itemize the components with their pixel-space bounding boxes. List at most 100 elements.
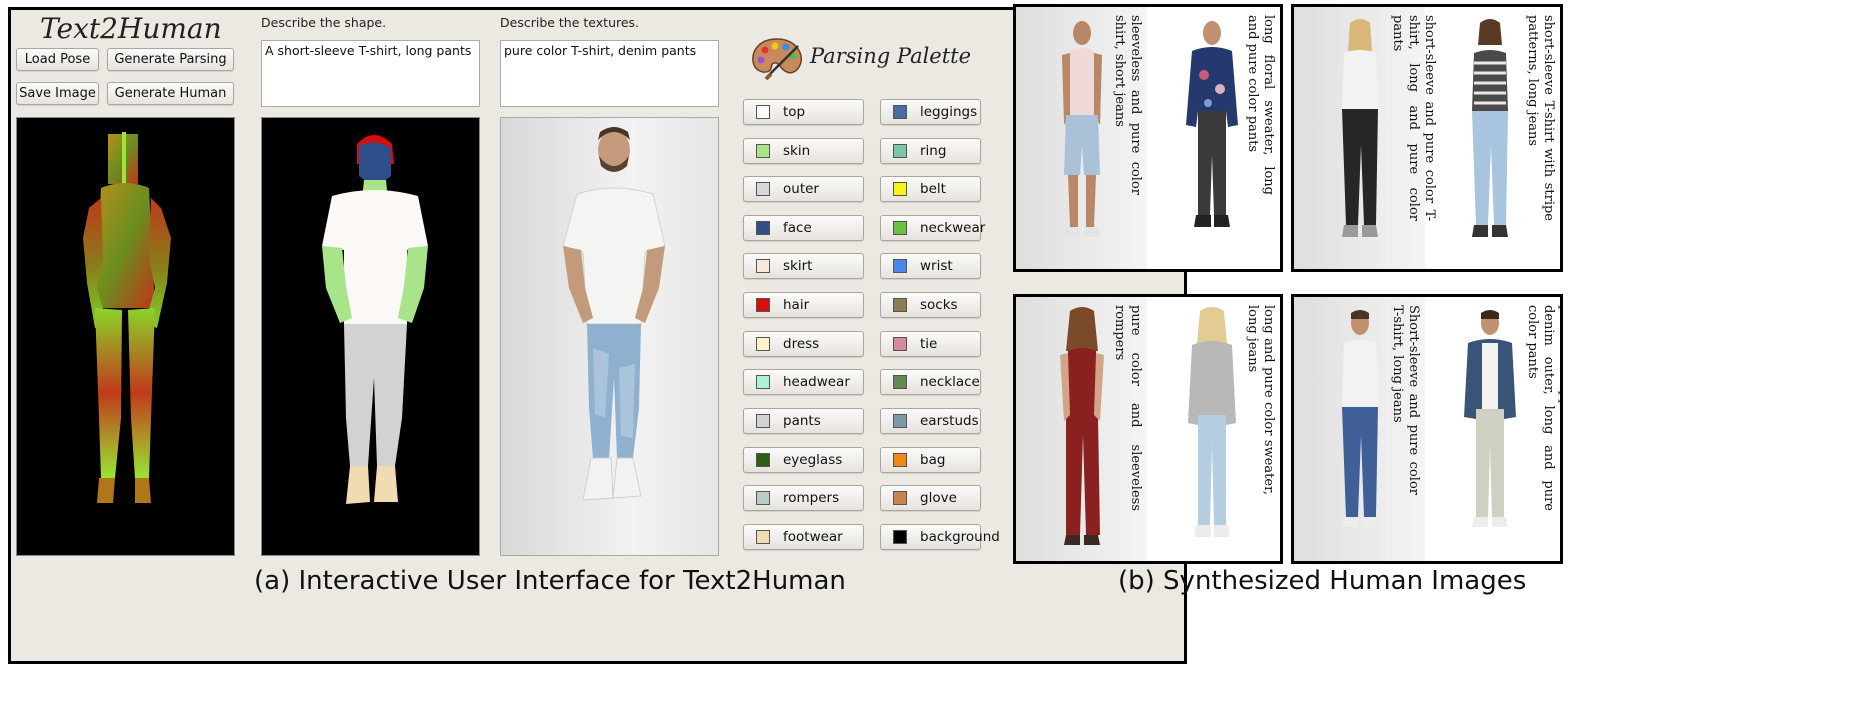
palette-background-button[interactable]: background [880,524,1000,550]
parsing-map [322,135,428,504]
sample-frame-2: short-sleeve and pure color T-shirt, lon… [1291,4,1563,272]
palette-label: tie [920,336,938,352]
shape-input[interactable]: A short-sleeve T-shirt, long pants [261,40,480,107]
palette-label: hair [783,297,810,313]
palette-eyeglass-button[interactable]: eyeglass [743,447,864,473]
palette-rompers-button[interactable]: rompers [743,485,864,511]
palette-label: footwear [783,529,843,545]
palette-socks-button[interactable]: socks [880,292,981,318]
color-swatch [756,337,770,351]
palette-label: background [920,529,1000,545]
color-swatch [756,298,770,312]
parsing-panel[interactable] [261,117,480,556]
color-swatch [893,375,907,389]
model-figure [1186,21,1238,227]
generated-human-panel[interactable] [500,117,719,556]
color-swatch [756,375,770,389]
palette-label: belt [920,181,946,197]
sample-caption-5: pure color and sleeveless rompers [1112,305,1143,511]
color-swatch [893,337,907,351]
save-image-button[interactable]: Save Image [16,82,99,105]
load-pose-button[interactable]: Load Pose [16,48,99,71]
palette-label: leggings [920,104,978,120]
color-swatch [893,530,907,544]
app-title: Text2Human [40,12,222,45]
texture-label: Describe the textures. [500,15,640,30]
sample-caption-7: Short-sleeve and pure color T-shirt, lon… [1390,305,1421,495]
color-swatch [756,182,770,196]
palette-earstuds-button[interactable]: earstuds [880,408,981,434]
palette-label: rompers [783,490,840,506]
palette-skirt-button[interactable]: skirt [743,253,864,279]
sample-caption-4: short-sleeve T-shirt with stripe pattern… [1525,15,1556,221]
palette-top-button[interactable]: top [743,99,864,125]
palette-pants-button[interactable]: pants [743,408,864,434]
sample-caption-1: sleeveless and pure color shirt, short j… [1112,15,1143,195]
color-swatch [893,491,907,505]
sample-caption-2: long floral sweater, long and pure color… [1245,15,1276,195]
palette-dress-button[interactable]: dress [743,331,864,357]
sample-frame-3: pure color and sleeveless rompers long a… [1013,294,1283,564]
palette-necklace-button[interactable]: necklace [880,369,981,395]
palette-face-button[interactable]: face [743,215,864,241]
palette-bag-button[interactable]: bag [880,447,981,473]
color-swatch [756,453,770,467]
shape-label: Describe the shape. [261,15,387,30]
sample-caption-6: long and pure color sweater, long jeans [1245,305,1276,495]
color-swatch [756,491,770,505]
palette-label: socks [920,297,958,313]
palette-label: wrist [920,258,953,274]
palette-hair-button[interactable]: hair [743,292,864,318]
caption-b: (b) Synthesized Human Images [1118,566,1527,596]
caption-a: (a) Interactive User Interface for Text2… [254,566,846,596]
palette-wrist-button[interactable]: wrist [880,253,981,279]
color-swatch [756,144,770,158]
palette-neckwear-button[interactable]: neckwear [880,215,985,241]
sample-frame-4: Short-sleeve and pure color T-shirt, lon… [1291,294,1563,564]
color-swatch [893,259,907,273]
palette-label: necklace [920,374,980,390]
model-figure [1464,310,1516,527]
color-swatch [893,105,907,119]
color-swatch [893,144,907,158]
palette-leggings-button[interactable]: leggings [880,99,981,125]
color-swatch [756,414,770,428]
sample-caption-3: short-sleeve and pure color T-shirt, lon… [1390,15,1437,221]
palette-outer-button[interactable]: outer [743,176,864,202]
palette-tie-button[interactable]: tie [880,331,981,357]
palette-label: pants [783,413,821,429]
model-figure [1188,307,1236,537]
palette-label: glove [920,490,957,506]
color-swatch [756,530,770,544]
palette-label: dress [783,336,820,352]
generated-human-image [562,127,666,501]
color-swatch [756,105,770,119]
color-swatch [893,182,907,196]
model-figure [1472,19,1508,237]
palette-label: outer [783,181,819,197]
palette-label: bag [920,452,946,468]
palette-headwear-button[interactable]: headwear [743,369,864,395]
palette-label: eyeglass [783,452,843,468]
palette-title: Parsing Palette [810,44,972,68]
color-swatch [756,259,770,273]
palette-glove-button[interactable]: glove [880,485,981,511]
palette-belt-button[interactable]: belt [880,176,981,202]
pose-panel[interactable] [16,117,235,556]
sample-frame-1: sleeveless and pure color shirt, short j… [1013,4,1283,272]
palette-ring-button[interactable]: ring [880,138,981,164]
densepose-figure [83,132,171,503]
palette-label: skirt [783,258,813,274]
generate-human-button[interactable]: Generate Human [107,82,234,105]
texture-input[interactable]: pure color T-shirt, denim pants [500,40,719,107]
color-swatch [756,221,770,235]
palette-icon [750,36,804,82]
sample-caption-8: pure color upper clothes with denim oute… [1525,305,1563,511]
generate-parsing-button[interactable]: Generate Parsing [107,48,234,71]
palette-footwear-button[interactable]: footwear [743,524,864,550]
palette-skin-button[interactable]: skin [743,138,864,164]
palette-label: neckwear [920,220,986,236]
color-swatch [893,414,907,428]
color-swatch [893,221,907,235]
palette-label: ring [920,143,947,159]
